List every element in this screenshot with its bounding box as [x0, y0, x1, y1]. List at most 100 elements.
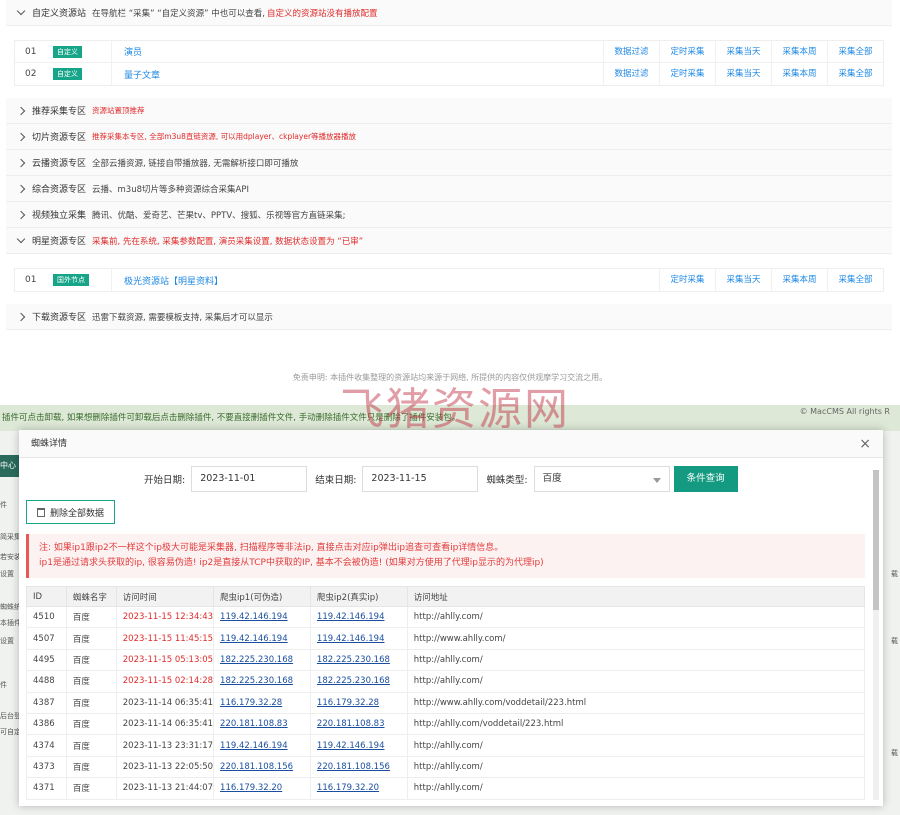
table-body: 4510 百度 2023-11-15 12:34:43 119.42.146.194 1…	[26, 605, 866, 800]
source-row: 02 自定义 量子文章 数据过滤 定时采集 采集当天 采集本周 采集全部	[15, 63, 883, 85]
collapsed-section-header[interactable]: 推荐采集专区 资源站置顶推荐	[6, 98, 892, 124]
source-action-button[interactable]: 采集当天	[715, 63, 771, 85]
start-date-input[interactable]: 2023-11-01	[191, 466, 308, 492]
cell-url: http://ahlly.com/	[406, 755, 866, 779]
cell-url: http://www.ahlly.com/	[406, 627, 866, 650]
download-section-header[interactable]: 下载资源专区 迅雷下载资源, 需要模板支持, 采集后才可以显示	[6, 304, 892, 330]
source-name-link[interactable]: 量子文章	[111, 63, 603, 85]
cell-ip1-link[interactable]: 220.181.108.83	[213, 712, 311, 736]
cell-spider-name: 百度	[65, 734, 117, 757]
chevron-down-icon	[16, 234, 26, 244]
cell-ip1-link[interactable]: 220.181.108.156	[213, 755, 311, 779]
cell-ip2-link[interactable]: 182.225.230.168	[309, 648, 408, 672]
cell-id: 4510	[26, 605, 67, 629]
cell-ip2-link[interactable]: 116.179.32.28	[309, 691, 408, 714]
column-header: 爬虫ip1(可伪造)	[213, 586, 311, 607]
table-row: 4495 百度 2023-11-15 05:13:05 182.225.230.168…	[26, 648, 866, 672]
source-action-button[interactable]: 数据过滤	[603, 63, 659, 85]
scrollbar-thumb[interactable]	[873, 470, 879, 610]
source-action-button[interactable]: 采集本周	[771, 40, 827, 63]
section-note: 腾讯、优酷、爱奇艺、芒果tv、PPTV、搜狐、乐视等官方直链采集;	[92, 210, 346, 221]
source-name-link[interactable]: 演员	[111, 41, 603, 62]
source-action-button[interactable]: 定时采集	[659, 40, 715, 63]
cell-ip2-link[interactable]: 220.181.108.156	[309, 755, 408, 779]
cell-url: http://ahlly.com/	[406, 670, 866, 693]
section-title: 切片资源专区	[32, 133, 87, 143]
cell-spider-name: 百度	[65, 712, 117, 736]
cell-ip2-link[interactable]: 182.225.230.168	[309, 670, 408, 693]
delete-all-button[interactable]: 删除全部数据	[26, 500, 116, 524]
table-header-row: ID 蜘蛛名字 访问时间 爬虫ip1(可伪造) 爬虫ip2(真实ip) 访问地址	[26, 586, 866, 607]
alert-line: 注: 如果ip1跟ip2不一样这个ip极大可能是采集器, 扫描程序等非法ip, …	[39, 543, 504, 553]
source-action-button[interactable]: 采集全部	[827, 63, 883, 85]
source-index: 01	[25, 46, 37, 57]
source-action-button[interactable]: 采集本周	[771, 269, 827, 291]
chevron-right-icon	[16, 312, 26, 321]
chevron-right-icon	[16, 184, 26, 193]
background-label: 可自定	[0, 728, 20, 736]
table-row: 4510 百度 2023-11-15 12:34:43 119.42.146.194 1…	[26, 605, 866, 629]
cell-visit-time: 2023-11-15 11:45:15	[115, 627, 215, 650]
cell-ip1-link[interactable]: 119.42.146.194	[213, 605, 311, 629]
collapsed-section-header[interactable]: 云播资源专区 全部云播资源, 链接自带播放器, 无需解析接口即可播放	[6, 150, 892, 176]
source-row: 01 自定义 演员 数据过滤 定时采集 采集当天 采集本周 采集全部	[15, 40, 883, 63]
cell-ip1-link[interactable]: 119.42.146.194	[213, 734, 311, 757]
cell-visit-time: 2023-11-13 21:44:07	[115, 777, 215, 800]
cell-ip1-link[interactable]: 116.179.32.28	[213, 691, 311, 714]
section-title: 自定义资源站	[32, 9, 87, 19]
table-row: 4371 百度 2023-11-13 21:44:07 116.179.32.20 11…	[26, 777, 866, 800]
cell-ip2-link[interactable]: 119.42.146.194	[309, 734, 408, 757]
table-row: 4373 百度 2023-11-13 22:05:50 220.181.108.156…	[26, 755, 866, 779]
source-action-button[interactable]: 采集全部	[827, 40, 883, 63]
cell-id: 4386	[26, 712, 67, 736]
cell-url: http://ahlly.com/	[406, 734, 866, 757]
section-title: 下载资源专区	[32, 313, 87, 323]
cell-ip1-link[interactable]: 182.225.230.168	[213, 670, 311, 693]
cell-ip2-link[interactable]: 220.181.108.83	[309, 712, 408, 736]
source-action-button[interactable]: 定时采集	[659, 269, 715, 291]
collapsed-section-header[interactable]: 综合资源专区 云播、m3u8切片等多种资源综合采集API	[6, 176, 892, 202]
source-action-button[interactable]: 采集全部	[827, 269, 883, 291]
cell-ip1-link[interactable]: 116.179.32.20	[213, 777, 311, 800]
background-label: 件	[0, 681, 7, 689]
section-note: 云播、m3u8切片等多种资源综合采集API	[92, 184, 249, 195]
section-list: 推荐采集专区 资源站置顶推荐 切片资源专区 推荐采集本专区, 全部m3u8直链资源, …	[0, 98, 900, 228]
table-row: 4387 百度 2023-11-14 06:35:41 116.179.32.28 11…	[26, 691, 866, 714]
cell-spider-name: 百度	[65, 777, 117, 800]
source-name-link[interactable]: 极光资源站【明星资料】	[111, 269, 659, 291]
scrollbar[interactable]	[873, 470, 879, 800]
source-index: 01	[25, 275, 37, 285]
cell-visit-time: 2023-11-14 06:35:41	[115, 691, 215, 714]
source-action-button[interactable]: 采集本周	[771, 63, 827, 85]
cell-id: 4373	[26, 755, 67, 779]
cell-ip2-link[interactable]: 119.42.146.194	[309, 627, 408, 650]
sidebar-tab[interactable]: 中心	[0, 455, 20, 477]
end-date-input[interactable]: 2023-11-15	[362, 466, 479, 492]
custom-section-header[interactable]: 自定义资源站 在导航栏 “采集” “自定义资源” 中也可以查看, 自定义的资源站…	[6, 0, 892, 26]
chevron-down-icon	[652, 478, 661, 483]
cell-ip1-link[interactable]: 182.225.230.168	[213, 648, 311, 672]
background-label: 件	[0, 501, 7, 509]
collapsed-section-header[interactable]: 切片资源专区 推荐采集本专区, 全部m3u8直链资源, 可以用dplayer、ck…	[6, 124, 892, 150]
source-actions: 定时采集 采集当天 采集本周 采集全部	[659, 269, 883, 291]
source-action-button[interactable]: 采集当天	[715, 40, 771, 63]
cell-ip2-link[interactable]: 119.42.146.194	[309, 605, 408, 629]
cell-visit-time: 2023-11-13 22:05:50	[115, 755, 215, 779]
collapsed-section-header[interactable]: 视频独立采集 腾讯、优酷、爱奇艺、芒果tv、PPTV、搜狐、乐视等官方直链采集;	[6, 202, 892, 228]
source-action-button[interactable]: 定时采集	[659, 63, 715, 85]
background-label: 载	[891, 637, 898, 645]
cell-url: http://ahlly.com/	[406, 777, 866, 800]
trash-icon	[37, 507, 45, 517]
query-button[interactable]: 条件查询	[673, 466, 738, 492]
cell-ip1-link[interactable]: 119.42.146.194	[213, 627, 311, 650]
source-action-button[interactable]: 采集当天	[715, 269, 771, 291]
table-row: 4488 百度 2023-11-15 02:14:28 182.225.230.168…	[26, 670, 866, 693]
end-date-label: 结束日期:	[315, 475, 357, 486]
spider-type-select[interactable]: 百度	[533, 466, 670, 492]
cell-url: http://ahlly.com/	[406, 605, 866, 629]
source-row: 01 国外节点 极光资源站【明星资料】 定时采集 采集当天 采集本周 采集全部	[15, 269, 883, 291]
close-icon[interactable]: ×	[859, 430, 871, 458]
star-section-header[interactable]: 明星资源专区 采集前, 先在系统, 采集参数配置, 演员采集设置, 数据状态设置…	[6, 228, 892, 254]
source-action-button[interactable]: 数据过滤	[603, 40, 659, 63]
cell-ip2-link[interactable]: 116.179.32.20	[309, 777, 408, 800]
